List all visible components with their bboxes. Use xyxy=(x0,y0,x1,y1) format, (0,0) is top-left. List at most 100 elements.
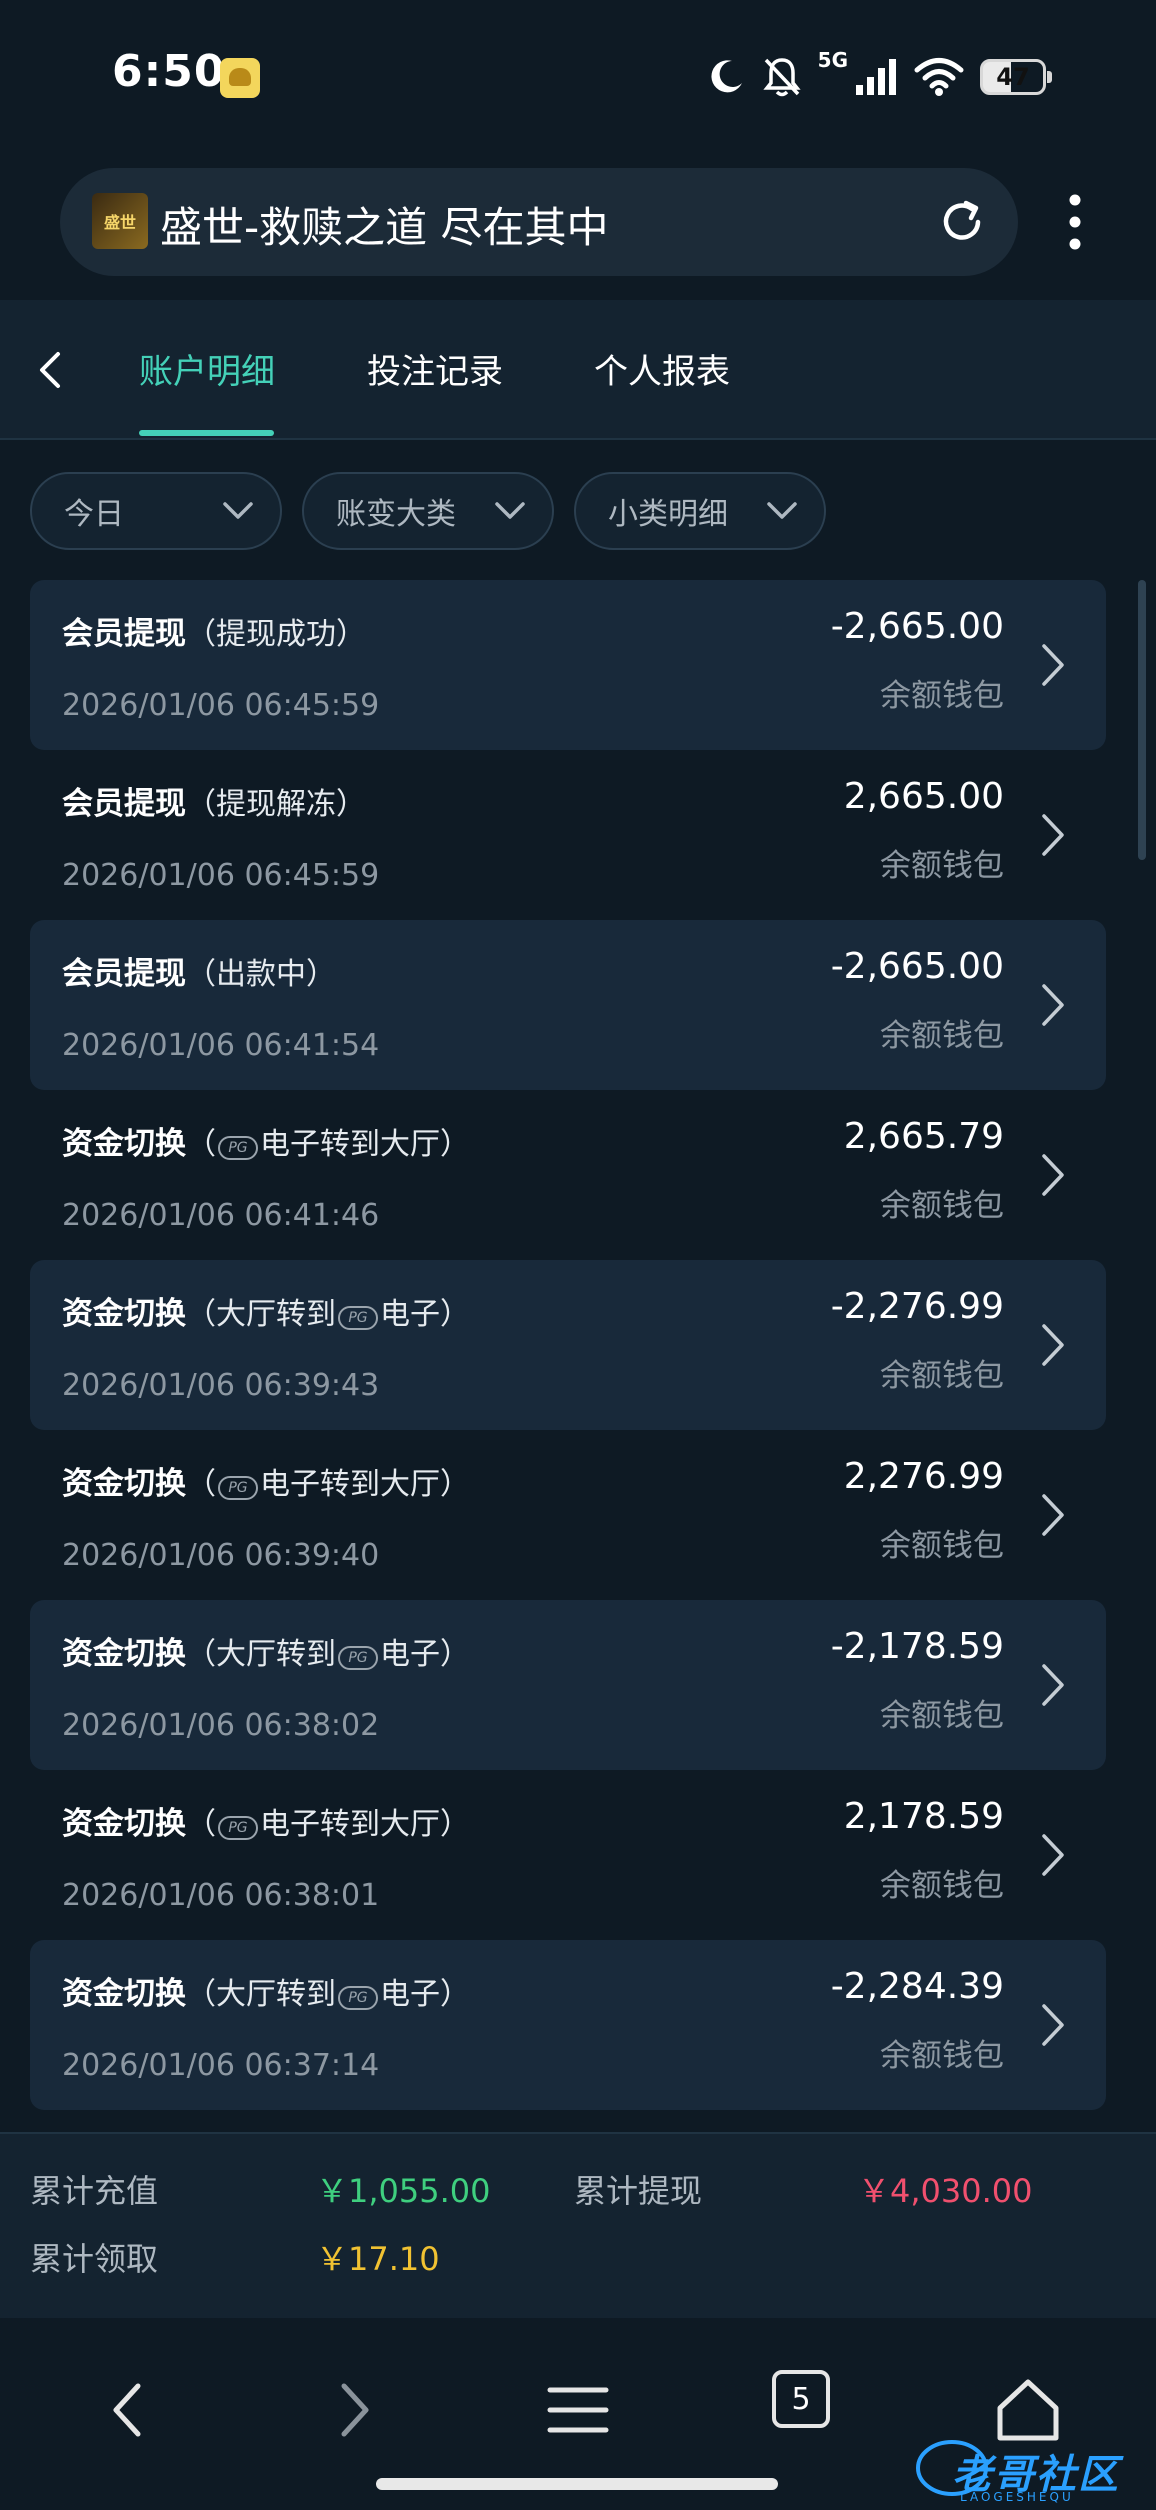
transaction-title: 资金切换（大厅转到 PG 电子） xyxy=(62,1636,470,1672)
transaction-wallet: 余额钱包 xyxy=(880,1528,1004,1564)
total-claim-value: ￥17.10 xyxy=(316,2240,440,2278)
battery-level: 47 xyxy=(996,63,1030,91)
pg-logo-icon: PG xyxy=(218,1476,258,1500)
transaction-row[interactable]: 资金切换（大厅转到 PG 电子） 2026/01/06 06:38:02 -2,17… xyxy=(30,1600,1106,1770)
chevron-right-icon xyxy=(1042,1664,1064,1706)
chevron-down-icon xyxy=(223,502,253,519)
transaction-title: 会员提现（提现成功） xyxy=(62,616,366,652)
site-title: 盛世-救赎之道 尽在其中 xyxy=(160,203,609,252)
transaction-time: 2026/01/06 06:45:59 xyxy=(62,858,380,893)
transaction-amount: -2,178.59 xyxy=(830,1626,1004,1667)
transaction-wallet: 余额钱包 xyxy=(880,1698,1004,1734)
back-icon[interactable] xyxy=(30,346,70,394)
transaction-row[interactable]: 会员提现（出款中） 2026/01/06 06:41:54 -2,665.00 … xyxy=(30,920,1106,1090)
total-claim-label: 累计领取 xyxy=(30,2240,159,2278)
transaction-wallet: 余额钱包 xyxy=(880,1868,1004,1904)
total-withdraw-label: 累计提现 xyxy=(574,2172,703,2210)
transaction-amount: -2,276.99 xyxy=(830,1286,1004,1327)
nav-forward-icon[interactable] xyxy=(312,2370,392,2450)
subcategory-filter-select[interactable]: 小类明细 xyxy=(574,472,826,550)
subcategory-filter-label: 小类明细 xyxy=(608,497,728,532)
chevron-right-icon xyxy=(1042,644,1064,686)
transaction-time: 2026/01/06 06:37:14 xyxy=(62,2048,380,2083)
category-filter-select[interactable]: 账变大类 xyxy=(302,472,554,550)
tab-count-button[interactable]: 5 xyxy=(772,2370,830,2428)
chevron-right-icon xyxy=(1042,1834,1064,1876)
status-icons: 5G 47 xyxy=(706,48,1052,102)
transaction-time: 2026/01/06 06:38:01 xyxy=(62,1878,380,1913)
transaction-amount: 2,665.00 xyxy=(843,776,1004,817)
scrollbar[interactable] xyxy=(1138,580,1146,860)
transaction-title: 资金切换（大厅转到 PG 电子） xyxy=(62,1976,470,2012)
reload-icon[interactable] xyxy=(936,196,988,248)
status-bar: 6:50 5G 47 xyxy=(0,0,1156,150)
transaction-amount: -2,665.00 xyxy=(830,946,1004,987)
pg-logo-icon: PG xyxy=(218,1136,258,1160)
date-filter-label: 今日 xyxy=(64,497,124,532)
status-time: 6:50 xyxy=(112,46,226,97)
transaction-row[interactable]: 资金切换（ PG 电子转到大厅） 2026/01/06 06:39:40 2,276… xyxy=(30,1430,1106,1600)
watermark-subtext: LAOGESHEQU xyxy=(960,2490,1074,2504)
moon-icon xyxy=(711,60,742,93)
tab-bet-records[interactable]: 投注记录 xyxy=(367,344,503,393)
nav-back-icon[interactable] xyxy=(90,2370,170,2450)
chevron-right-icon xyxy=(1042,1154,1064,1196)
app-notification-icon xyxy=(220,58,260,98)
chevron-down-icon xyxy=(495,502,525,519)
category-filter-label: 账变大类 xyxy=(336,497,456,532)
chevron-right-icon xyxy=(1042,984,1064,1026)
chevron-right-icon xyxy=(1042,1494,1064,1536)
transaction-amount: -2,665.00 xyxy=(830,606,1004,647)
wifi-icon xyxy=(914,58,964,96)
chevron-right-icon xyxy=(1042,1324,1064,1366)
chevron-right-icon xyxy=(1042,2004,1064,2046)
tab-count: 5 xyxy=(791,2381,811,2417)
transaction-time: 2026/01/06 06:38:02 xyxy=(62,1708,380,1743)
transaction-row[interactable]: 资金切换（大厅转到 PG 电子） 2026/01/06 06:37:14 -2,28… xyxy=(30,1940,1106,2110)
transaction-time: 2026/01/06 06:45:59 xyxy=(62,688,380,723)
nav-menu-icon[interactable] xyxy=(538,2370,618,2450)
transaction-time: 2026/01/06 06:39:43 xyxy=(62,1368,380,1403)
transaction-wallet: 余额钱包 xyxy=(880,848,1004,884)
page: 6:50 5G 47 盛世 盛世-救赎之道 尽在其中 账户明细 投注记录 个人报… xyxy=(0,0,1156,2510)
transaction-row[interactable]: 会员提现（提现成功） 2026/01/06 06:45:59 -2,665.00… xyxy=(30,580,1106,750)
signal-icon xyxy=(856,59,896,95)
active-tab-indicator xyxy=(139,430,274,436)
total-recharge-value: ￥1,055.00 xyxy=(316,2172,491,2210)
transaction-amount: -2,284.39 xyxy=(830,1966,1004,2007)
transaction-row[interactable]: 会员提现（提现解冻） 2026/01/06 06:45:59 2,665.00 … xyxy=(30,750,1106,920)
battery-icon: 47 xyxy=(980,59,1052,95)
transaction-row[interactable]: 资金切换（大厅转到 PG 电子） 2026/01/06 06:39:43 -2,27… xyxy=(30,1260,1106,1430)
transaction-time: 2026/01/06 06:41:54 xyxy=(62,1028,380,1063)
tab-personal-report[interactable]: 个人报表 xyxy=(594,344,730,393)
address-bar[interactable]: 盛世 盛世-救赎之道 尽在其中 xyxy=(60,168,1018,276)
site-logo-text: 盛世 xyxy=(103,213,136,232)
date-filter-select[interactable]: 今日 xyxy=(30,472,282,550)
total-recharge-label: 累计充值 xyxy=(30,2172,159,2210)
pg-logo-icon: PG xyxy=(338,1646,378,1670)
site-logo: 盛世 xyxy=(92,193,148,249)
chevron-right-icon xyxy=(1042,814,1064,856)
pg-logo-icon: PG xyxy=(338,1306,378,1330)
transaction-title: 资金切换（ PG 电子转到大厅） xyxy=(62,1126,470,1162)
home-indicator[interactable] xyxy=(376,2478,778,2490)
transaction-wallet: 余额钱包 xyxy=(880,678,1004,714)
transaction-title: 会员提现（提现解冻） xyxy=(62,786,366,822)
transaction-time: 2026/01/06 06:39:40 xyxy=(62,1538,380,1573)
transaction-time: 2026/01/06 06:41:46 xyxy=(62,1198,380,1233)
transaction-title: 资金切换（大厅转到 PG 电子） xyxy=(62,1296,470,1332)
transaction-row[interactable]: 资金切换（ PG 电子转到大厅） 2026/01/06 06:38:01 2,178… xyxy=(30,1770,1106,1940)
total-withdraw-value: ￥4,030.00 xyxy=(858,2172,1033,2210)
transaction-title: 会员提现（出款中） xyxy=(62,956,336,992)
transaction-wallet: 余额钱包 xyxy=(880,1018,1004,1054)
transaction-amount: 2,276.99 xyxy=(843,1456,1004,1497)
bell-off-icon xyxy=(763,58,801,97)
more-menu-icon[interactable] xyxy=(1060,190,1090,254)
transaction-wallet: 余额钱包 xyxy=(880,2038,1004,2074)
transaction-wallet: 余额钱包 xyxy=(880,1188,1004,1224)
transaction-title: 资金切换（ PG 电子转到大厅） xyxy=(62,1466,470,1502)
tab-account-details[interactable]: 账户明细 xyxy=(139,344,275,393)
transaction-row[interactable]: 资金切换（ PG 电子转到大厅） 2026/01/06 06:41:46 2,665… xyxy=(30,1090,1106,1260)
pg-logo-icon: PG xyxy=(338,1986,378,2010)
transaction-amount: 2,665.79 xyxy=(843,1116,1004,1157)
